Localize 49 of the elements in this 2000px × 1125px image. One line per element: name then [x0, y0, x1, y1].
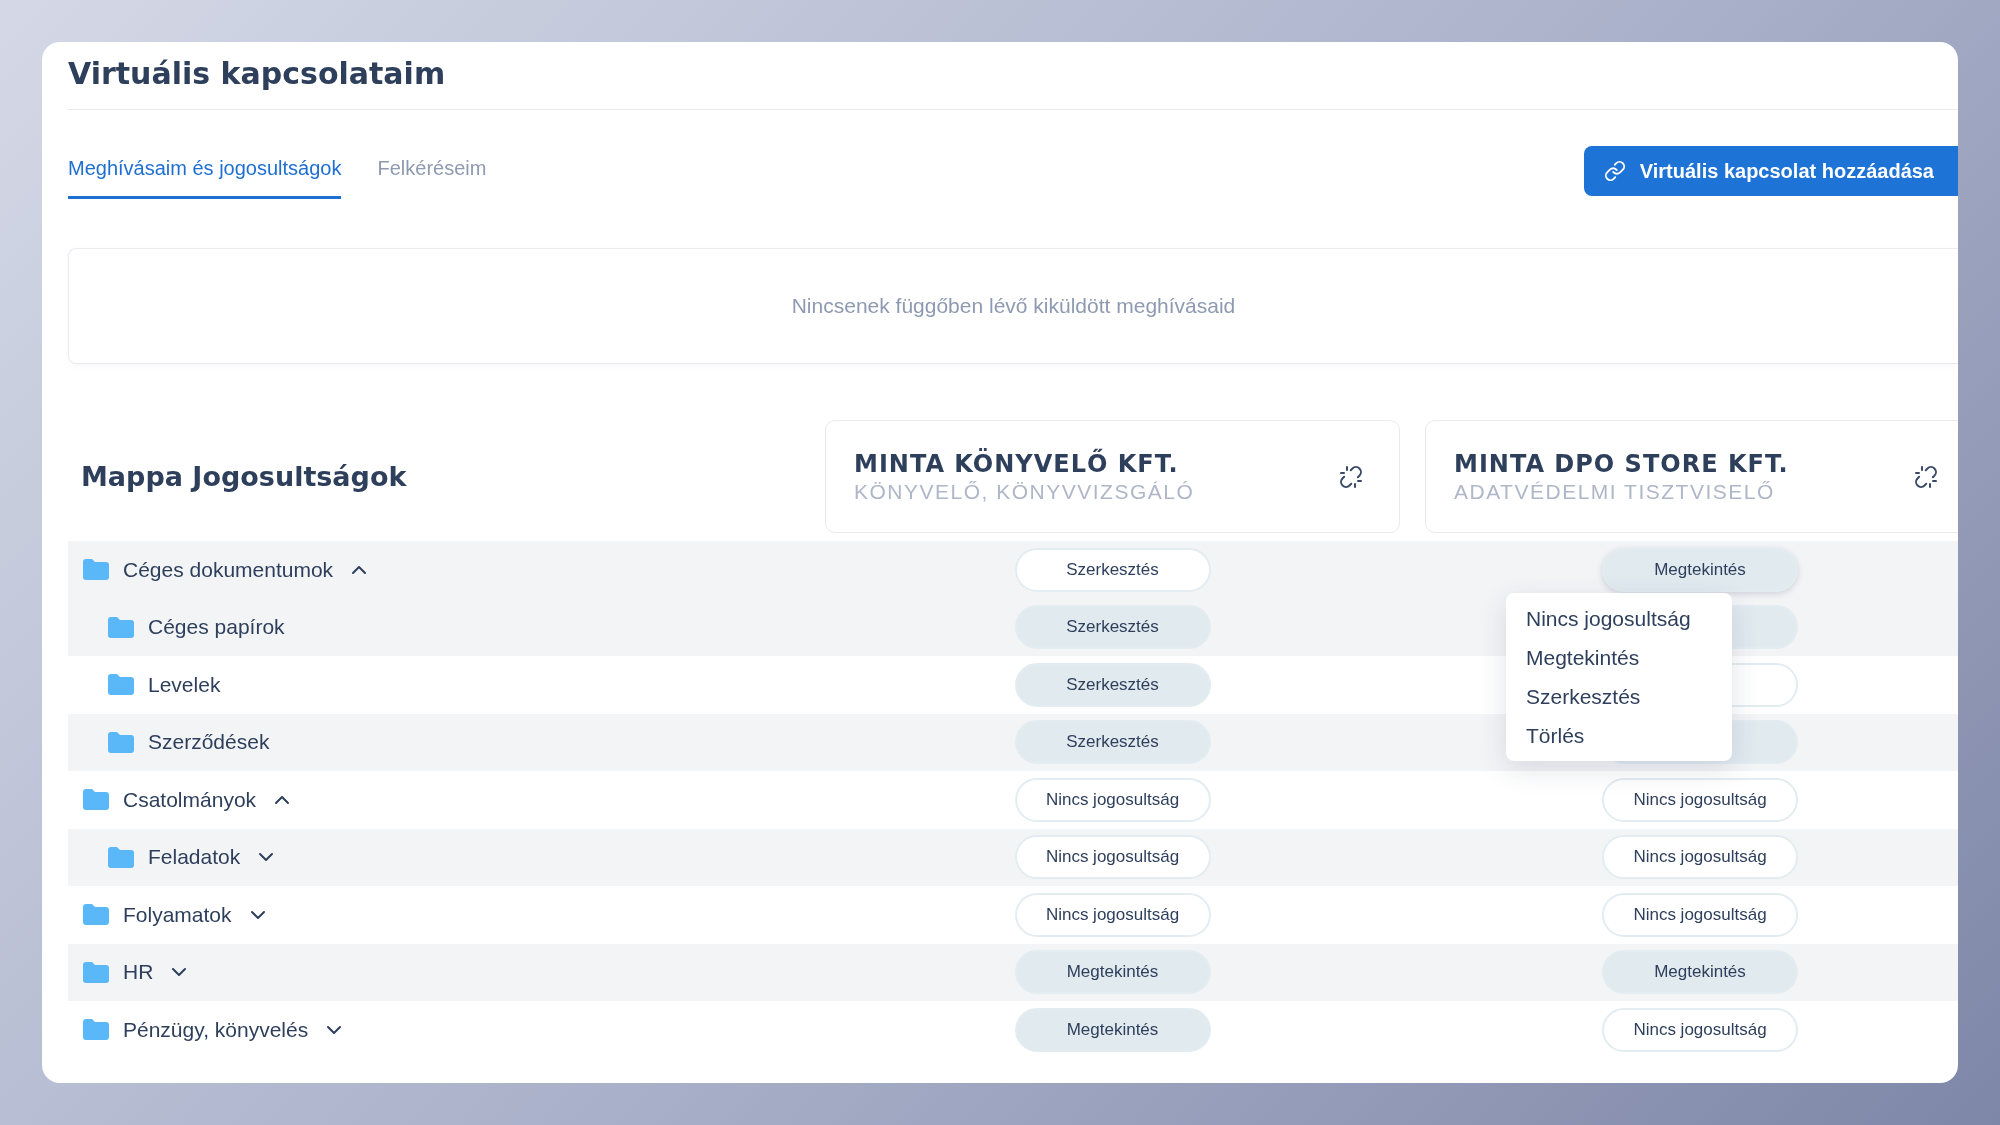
- folder-name[interactable]: Szerződések: [148, 730, 270, 755]
- folder-name[interactable]: HR: [123, 960, 154, 985]
- folder-icon: [83, 559, 109, 581]
- company-name: MINTA DPO STORE KFT.: [1454, 449, 1790, 478]
- folder-icon: [83, 904, 109, 926]
- unlink-icon[interactable]: [1914, 464, 1938, 489]
- menu-item[interactable]: Szerkesztés: [1506, 677, 1732, 716]
- folder-name[interactable]: Folyamatok: [123, 902, 232, 927]
- tab[interactable]: Meghívásaim és jogosultságok: [68, 151, 342, 199]
- folder-icon: [83, 789, 109, 811]
- menu-item[interactable]: Megtekintés: [1506, 638, 1732, 677]
- permission-dropdown[interactable]: Megtekintés: [1014, 950, 1211, 995]
- folder-name[interactable]: Céges papírok: [148, 615, 285, 640]
- company-name: MINTA KÖNYVELŐ KFT.: [854, 449, 1180, 478]
- company-role: KÖNYVELŐ, KÖNYVVIZSGÁLÓ: [854, 479, 1196, 504]
- permission-dropdown[interactable]: Szerkesztés: [1014, 720, 1211, 765]
- permission-dropdown[interactable]: Nincs jogosultság: [1014, 835, 1211, 880]
- table-heading: Mappa Jogosultságok: [80, 461, 408, 492]
- permission-dropdown[interactable]: Megtekintés: [1602, 950, 1798, 995]
- page-title: Virtuális kapcsolataim: [68, 42, 1958, 110]
- permission-dropdown[interactable]: Nincs jogosultság: [1014, 892, 1211, 937]
- permission-dropdown[interactable]: Szerkesztés: [1014, 605, 1211, 650]
- folder-name[interactable]: Feladatok: [148, 845, 241, 870]
- link-icon: [1603, 160, 1626, 182]
- menu-item[interactable]: Törlés: [1506, 716, 1732, 755]
- folder-name[interactable]: Pénzügy, könyvelés: [123, 1017, 309, 1042]
- permission-dropdown[interactable]: Nincs jogosultság: [1014, 777, 1211, 822]
- folder-icon: [108, 846, 134, 868]
- permission-dropdown[interactable]: Megtekintés: [1602, 547, 1798, 592]
- permission-dropdown[interactable]: Megtekintés: [1014, 1007, 1211, 1052]
- permission-dropdown[interactable]: Nincs jogosultság: [1602, 835, 1798, 880]
- folder-icon: [108, 616, 134, 638]
- folder-name[interactable]: Céges dokumentumok: [123, 557, 334, 582]
- folder-icon: [108, 731, 134, 753]
- empty-state-text: Nincsenek függőben lévő kiküldött meghívásaid: [791, 294, 1236, 318]
- folder-name[interactable]: Levelek: [148, 672, 221, 697]
- permission-dropdown[interactable]: Nincs jogosultság: [1602, 777, 1798, 822]
- permission-dropdown[interactable]: Szerkesztés: [1014, 547, 1211, 592]
- permission-dropdown[interactable]: Nincs jogosultság: [1602, 892, 1798, 937]
- add-connection-button[interactable]: Virtuális kapcsolat hozzáadása: [1583, 146, 1958, 196]
- unlink-icon[interactable]: [1339, 464, 1363, 489]
- permission-dropdown[interactable]: Nincs jogosultság: [1602, 1007, 1798, 1052]
- company-role: ADATVÉDELMI TISZTVISELŐ: [1454, 479, 1776, 504]
- folder-icon: [83, 961, 109, 983]
- folder-icon: [108, 674, 134, 696]
- folder-icon: [83, 1019, 109, 1041]
- permission-dropdown[interactable]: Szerkesztés: [1014, 662, 1211, 707]
- menu-item[interactable]: Nincs jogosultság: [1506, 599, 1732, 638]
- folder-name[interactable]: Csatolmányok: [123, 787, 257, 812]
